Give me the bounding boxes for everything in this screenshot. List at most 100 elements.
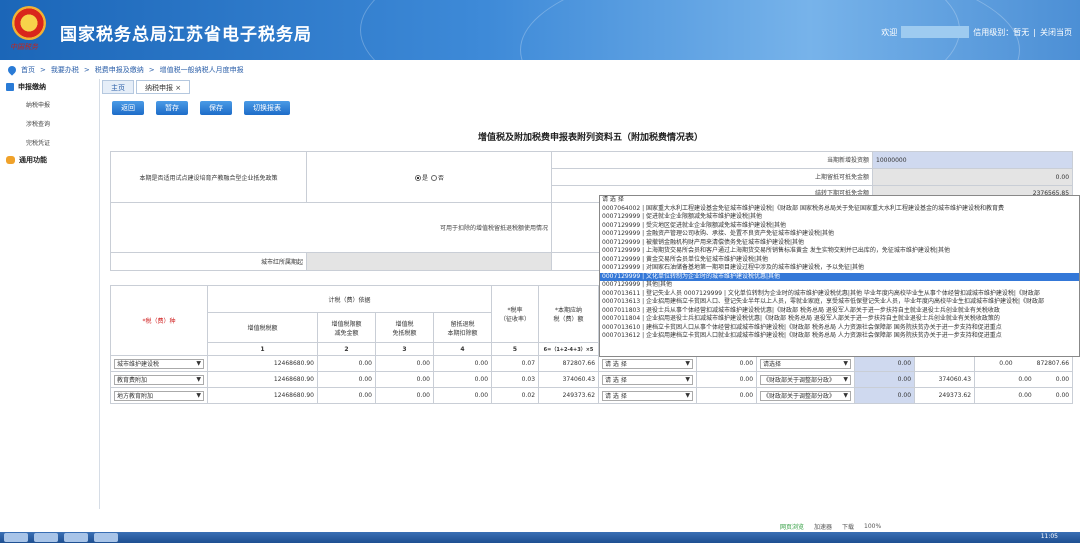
policy-select[interactable]: 请选择 ▼ xyxy=(756,355,856,372)
col-vat-exempt-sub: 免抵税额 xyxy=(392,329,417,337)
caret-down-icon: ▼ xyxy=(196,392,201,399)
dropdown-option[interactable]: 0007129999 | 被撤销金融机构财产用来清偿债务免征城市维护建设税|其他 xyxy=(600,239,1079,248)
user-bar: 欢迎 信用级别：暂无 | 关闭当页 xyxy=(881,26,1072,38)
caret-down-icon: ▼ xyxy=(685,376,691,383)
radio-yes[interactable] xyxy=(415,175,422,181)
vat-exempt: 0.00 xyxy=(375,355,434,372)
dropdown-option[interactable]: 0007129999 | 黄金交易所会员单位免征城市维护建设税|其他 xyxy=(600,256,1079,265)
dropdown-option[interactable]: 0007129999 | 其他|其他 xyxy=(600,281,1079,290)
zoom-level[interactable]: 100% xyxy=(864,523,881,530)
temp-save-button[interactable]: 暂存 xyxy=(156,101,188,115)
relief-select[interactable]: 请 选 择 ▼ xyxy=(598,387,698,404)
breadcrumb-tax[interactable]: 我要办税 xyxy=(51,65,79,75)
close-page-link[interactable]: 关闭当页 xyxy=(1040,27,1072,38)
refund: 0.00 xyxy=(432,387,493,404)
tax-type-select[interactable]: 教育费附加 ▼ xyxy=(110,371,208,388)
dropdown-option[interactable]: 0007129999 | 文化单位转制为企业时的城市维护建设税优惠|其他 xyxy=(600,272,1079,281)
col-num: 2 xyxy=(317,342,376,356)
policy-amount[interactable]: 0.00 xyxy=(854,355,916,372)
sidebar-group-common[interactable]: 通用功能 xyxy=(0,152,99,168)
dropdown-option[interactable]: 0007013610 | 建档立卡贫困人口从事个体经营扣减城市维护建设税|《财政… xyxy=(600,324,1079,333)
back-button[interactable]: 返回 xyxy=(112,101,144,115)
tab-home[interactable]: 主页 xyxy=(102,80,134,94)
dropdown-option[interactable]: 0007129999 | 对国家石油储备基地第一期项目建设过程中涉及的城市维护建… xyxy=(600,264,1079,273)
row-total: 0.00 xyxy=(1055,376,1070,383)
col-num: 5 xyxy=(491,342,540,356)
dropdown-option[interactable]: 0007129999 | 受灾地区促进就业企业限额减免城市维护建设税|其他 xyxy=(600,222,1079,231)
radio-no[interactable] xyxy=(430,175,437,181)
relief-select[interactable]: 请 选 择 ▼ xyxy=(598,371,698,388)
dropdown-option[interactable]: 0007013613 | 企业招用建档立卡贫困人口、登记失业半年以上人员，零就业… xyxy=(600,298,1079,307)
caret-down-icon: ▼ xyxy=(843,392,849,399)
dropdown-option[interactable]: 0007129999 | 金融资产管理公司收购、承接、处置不良资产免征城市维护建… xyxy=(600,230,1079,239)
tax-type-select[interactable]: 城市维护建设税 ▼ xyxy=(110,355,208,372)
accelerator[interactable]: 加速器 xyxy=(814,522,832,531)
clock: 11:05 xyxy=(1040,533,1058,540)
app-icon[interactable] xyxy=(94,533,118,542)
col-vat: 增值税税额 xyxy=(207,312,318,343)
sidebar-item-query[interactable]: 涉税查询 xyxy=(0,114,99,133)
sidebar-item-certificate[interactable]: 完税凭证 xyxy=(0,133,99,152)
dropdown-option[interactable]: 0007013612 | 企业招用建档立卡贫困人口就业扣减城市维护建设税|《财政… xyxy=(600,332,1079,341)
policy-amount[interactable]: 0.00 xyxy=(854,371,916,388)
dropdown-option[interactable]: 0007129999 | 上海期货交易所会员和客户通过上海期货交易所销售标准黄金… xyxy=(600,247,1079,256)
relief-amount[interactable]: 0.00 xyxy=(696,387,758,404)
relief-select[interactable]: 请 选 择 ▼ xyxy=(598,355,698,372)
field-f1: 374060.43 xyxy=(914,371,976,388)
sidebar-group-declare[interactable]: 申报缴纳 xyxy=(0,79,99,95)
location-pin-icon xyxy=(6,64,18,76)
relief-amount[interactable]: 0.00 xyxy=(696,355,758,372)
welcome-text: 欢迎 xyxy=(881,27,898,37)
breadcrumb-sep: > xyxy=(148,66,155,74)
policy-amount[interactable]: 0.00 xyxy=(854,387,916,404)
col-refund-sub: 本期扣除额 xyxy=(447,329,478,337)
relief-code-dropdown[interactable]: 请 选 择 0007064002 | 国家重大水利工程建设基金免征城市维护建设税|… xyxy=(599,195,1080,357)
rate-header-text: *税率 xyxy=(507,307,523,314)
new-invest-input[interactable]: 10000000 xyxy=(873,152,1072,169)
policy-select-value: 《财政部关于调整部分政》 xyxy=(763,377,836,384)
dropdown-option[interactable]: 0007064002 | 国家重大水利工程建设基金免征城市维护建设税|《财政部 … xyxy=(600,205,1079,214)
breadcrumb-current[interactable]: 增值税一般纳税人月度申报 xyxy=(160,65,244,75)
sidebar: 申报缴纳 纳税申报 涉税查询 完税凭证 通用功能 xyxy=(0,79,100,509)
table-row: 城市维护建设税 ▼ 12468680.90 0.00 0.00 0.00 0.07 87280… xyxy=(110,355,1074,372)
grid-icon xyxy=(6,83,14,91)
col-vat-limit-text: 增值税限额 xyxy=(331,320,362,328)
download[interactable]: 下载 xyxy=(842,522,854,531)
policy-select[interactable]: 《财政部关于调整部分政》 ▼ xyxy=(756,387,856,404)
col-vat-limit: 增值税限额 减免金额 xyxy=(317,312,376,343)
dropdown-option[interactable]: 0007011804 | 企业招用退役士兵扣减城市维护建设税优惠|《财政部 税务… xyxy=(600,315,1079,324)
vat-amount: 12468680.90 xyxy=(207,355,318,372)
vat-limit: 0.00 xyxy=(317,355,376,372)
tax-type-value: 教育费附加 xyxy=(117,377,148,384)
tax-type-value: 地方教育附加 xyxy=(117,393,154,400)
policy-select[interactable]: 《财政部关于调整部分政》 ▼ xyxy=(756,371,856,388)
vat-limit: 0.00 xyxy=(317,387,376,404)
payable: 374060.43 xyxy=(538,371,600,388)
field-f2: 0.00 xyxy=(1018,392,1032,399)
tab-declare[interactable]: 纳税申报 × xyxy=(136,80,191,94)
dropdown-option[interactable]: 0007011803 | 退役士兵从事个体经营扣减城市维护建设税优惠|《财政部 … xyxy=(600,307,1079,316)
radio-yes-label: 是 xyxy=(422,174,429,182)
col-num: 6=（1+2-4+3）×5 xyxy=(538,342,600,356)
field-total: 0.00 0.00 xyxy=(974,387,1074,404)
dropdown-option[interactable]: 请 选 择 xyxy=(600,196,1079,205)
username-mask xyxy=(901,26,970,38)
start-icon[interactable] xyxy=(4,533,28,542)
bound-input[interactable] xyxy=(306,252,552,271)
switch-report-button[interactable]: 切换报表 xyxy=(244,101,290,115)
dropdown-option[interactable]: 0007013611 | 登记失业人员 0007129999 | 文化单位转制为… xyxy=(600,290,1079,299)
new-invest-label: 当期新增投资额 xyxy=(552,153,872,169)
folder-icon[interactable] xyxy=(64,533,88,542)
tax-type-select[interactable]: 地方教育附加 ▼ xyxy=(110,387,208,404)
browser-icon[interactable] xyxy=(34,533,58,542)
browse-mode[interactable]: 网页浏览 xyxy=(780,522,804,531)
save-button[interactable]: 保存 xyxy=(200,101,232,115)
dropdown-option[interactable]: 0007129999 | 促进就业企业限额减免城市维护建设税|其他 xyxy=(600,213,1079,222)
sidebar-item-declare[interactable]: 纳税申报 xyxy=(0,95,99,114)
breadcrumb-declare[interactable]: 税费申报及缴纳 xyxy=(95,65,144,75)
bound-label: 城市红所属期起 xyxy=(110,252,307,271)
caret-down-icon: ▼ xyxy=(843,360,849,367)
relief-amount[interactable]: 0.00 xyxy=(696,371,758,388)
caret-down-icon: ▼ xyxy=(685,360,691,367)
breadcrumb-home[interactable]: 首页 xyxy=(21,65,35,75)
